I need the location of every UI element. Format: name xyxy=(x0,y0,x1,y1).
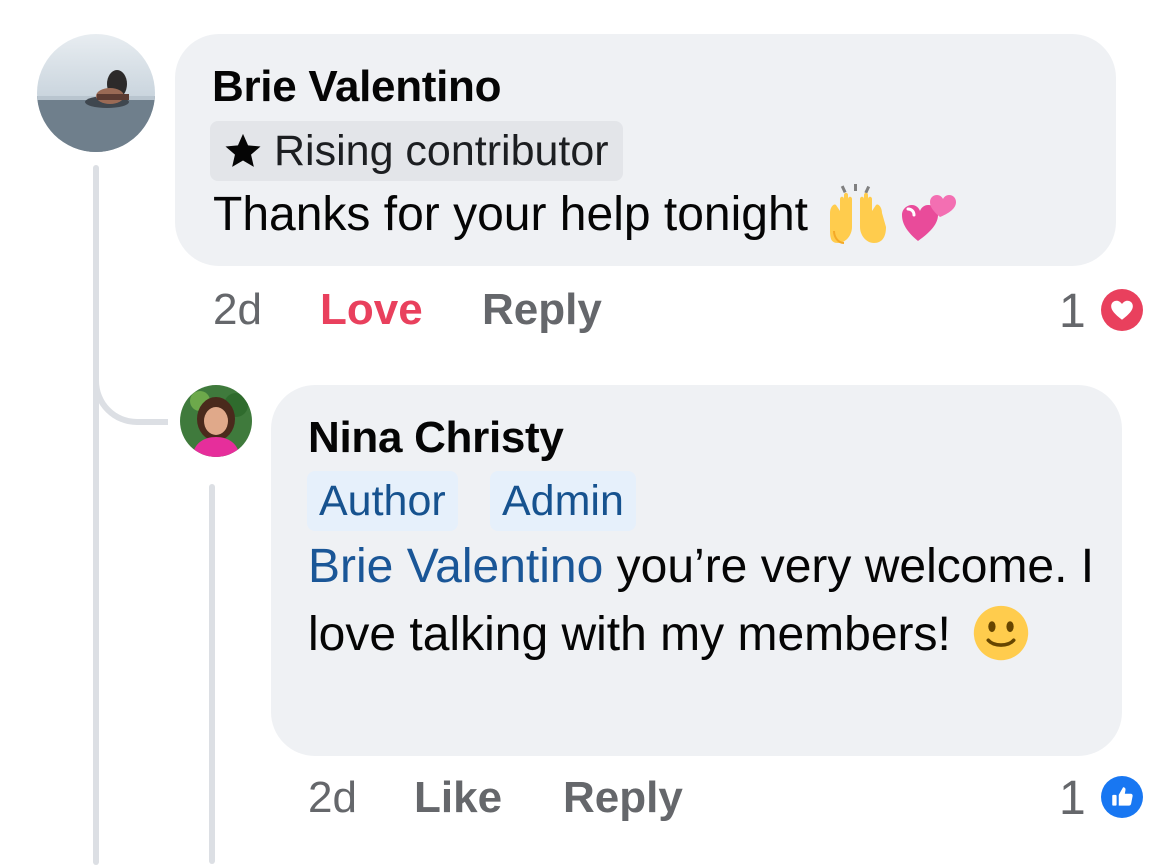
reply-timestamp[interactable]: 2d xyxy=(308,773,357,823)
mention-link[interactable]: Brie Valentino xyxy=(308,540,603,593)
raising-hands-emoji xyxy=(824,183,888,247)
author-badge[interactable]: Author xyxy=(307,471,458,531)
heart-reaction-icon[interactable] xyxy=(1101,289,1143,331)
like-button[interactable]: Like xyxy=(414,773,502,823)
comment-author-name[interactable]: Brie Valentino xyxy=(212,62,502,112)
avatar-brie-valentino[interactable] xyxy=(37,34,155,152)
reply-reaction-count[interactable]: 1 xyxy=(1059,771,1086,826)
reply-author-name[interactable]: Nina Christy xyxy=(308,413,564,463)
thread-line xyxy=(93,165,99,865)
comment-text: Thanks for your help tonight xyxy=(213,188,809,241)
reaction-count[interactable]: 1 xyxy=(1059,284,1086,339)
reply-text: Brie Valentino you’re very welcome. I lo… xyxy=(308,533,1098,681)
reply-button[interactable]: Reply xyxy=(482,285,602,335)
comment-timestamp[interactable]: 2d xyxy=(213,285,262,335)
star-icon xyxy=(222,130,264,172)
like-reaction-icon[interactable] xyxy=(1101,776,1143,818)
thread-connector xyxy=(93,345,168,425)
contributor-badge[interactable]: Rising contributor xyxy=(210,121,623,181)
comment-text-row: Thanks for your help tonight xyxy=(213,181,960,249)
admin-badge[interactable]: Admin xyxy=(490,471,636,531)
reply-reply-button[interactable]: Reply xyxy=(563,773,683,823)
badge-label: Rising contributor xyxy=(274,126,609,175)
slightly-smiling-face-emoji xyxy=(972,604,1030,681)
reply-thread-line xyxy=(209,484,215,864)
revolving-hearts-emoji xyxy=(896,183,960,247)
avatar-nina-christy[interactable] xyxy=(180,385,252,457)
love-reaction-button[interactable]: Love xyxy=(320,285,423,335)
